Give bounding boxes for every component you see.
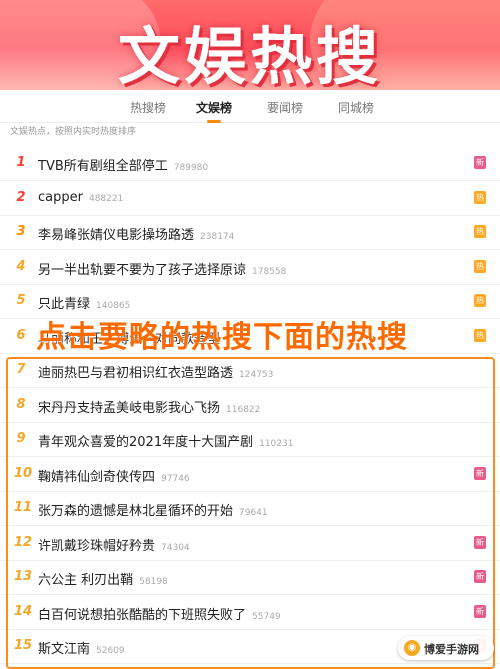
watermark: ◉ 博爱手游网 xyxy=(398,636,494,660)
item-title-text: 青年观众喜爱的2021年度十大国产剧 xyxy=(38,435,254,450)
heat-count: 124753 xyxy=(239,370,274,380)
item-title: 宋丹丹支持孟美岐电影我心飞扬 116822 xyxy=(38,397,260,416)
item-title-text: 斯文江南 xyxy=(38,642,91,657)
heat-count: 238174 xyxy=(200,232,235,242)
rank-number: 11 xyxy=(14,500,33,515)
rank-number: 9 xyxy=(16,431,26,446)
hot-badge: 热 xyxy=(474,190,486,204)
hot-badge: 热 xyxy=(474,294,486,307)
item-title-text: 许凯戴珍珠帽好矜贵 xyxy=(38,538,156,554)
item-title: 李易峰张婧仪电影操场路透 238174 xyxy=(38,224,234,243)
item-title: 另一半出轨要不要为了孩子选择原谅 178558 xyxy=(38,259,286,278)
new-badge: 新 xyxy=(474,570,486,583)
new-badge: 新 xyxy=(474,535,486,549)
list-item[interactable]: 7 迪丽热巴与君初相识红衣造型路透 124753 xyxy=(0,353,500,388)
rank-number: 12 xyxy=(14,534,33,550)
heat-count: 178558 xyxy=(252,266,287,277)
list-item[interactable]: 13 六公主 利刃出鞘 58198 新 xyxy=(0,560,500,595)
list-item[interactable]: 1 TVB所有剧组全部停工 789980 新 xyxy=(0,146,500,181)
list-item[interactable]: 2 capper 488221 热 xyxy=(0,181,500,216)
list-item[interactable]: 12 许凯戴珍珠帽好矜贵 74304 新 xyxy=(0,526,500,561)
item-title: TVB所有剧组全部停工 789980 xyxy=(38,155,208,174)
list-item[interactable]: 10 鞠婧祎仙剑奇侠传四 97746 新 xyxy=(0,457,500,492)
annotation-text: 点击要略的热搜下面的热搜 xyxy=(36,320,408,355)
item-title: 许凯戴珍珠帽好矜贵 74304 xyxy=(38,535,190,554)
item-title: 白百何说想拍张酷酷的下班照失败了 55749 xyxy=(38,604,281,623)
tab-local[interactable]: 同城榜 xyxy=(338,99,374,116)
list-item[interactable]: 11 张万森的遗憾是林北星循环的开始 79641 xyxy=(0,491,500,526)
rank-number: 5 xyxy=(16,293,26,308)
hot-badge: 热 xyxy=(474,259,486,273)
rank-number: 10 xyxy=(14,465,33,481)
item-title-text: 白百何说想拍张酷酷的下班照失败了 xyxy=(38,607,247,623)
rank-number: 6 xyxy=(16,327,26,343)
tab-hot-search[interactable]: 热搜榜 xyxy=(130,99,166,116)
banner-title: 文娱热搜 xyxy=(117,20,382,90)
new-badge: 新 xyxy=(474,466,486,480)
item-title-text: 张万森的遗憾是林北星循环的开始 xyxy=(38,504,234,519)
heat-count: 789980 xyxy=(173,163,209,173)
tab-entertainment[interactable]: 文娱榜 xyxy=(196,99,232,123)
rank-number: 14 xyxy=(14,603,33,619)
item-title-text: 迪丽热巴与君初相识红衣造型路透 xyxy=(38,366,234,381)
item-title-text: TVB所有剧组全部停工 xyxy=(38,159,168,174)
game-controller-icon: ◉ xyxy=(404,640,420,656)
item-title: 只此青绿 140865 xyxy=(38,293,130,312)
hot-badge: 热 xyxy=(474,225,486,238)
item-title: 张万森的遗憾是林北星循环的开始 79641 xyxy=(38,500,268,519)
rank-number: 4 xyxy=(16,258,26,274)
item-title: 迪丽热巴与君初相识红衣造型路透 124753 xyxy=(38,362,273,381)
heat-count: 110231 xyxy=(259,439,294,449)
rank-number: 1 xyxy=(16,155,26,170)
rank-number: 8 xyxy=(16,396,26,412)
rank-number: 15 xyxy=(14,638,33,653)
rank-number: 13 xyxy=(14,569,33,584)
list-item[interactable]: 14 白百何说想拍张酷酷的下班照失败了 55749 新 xyxy=(0,595,500,630)
heat-count: 97746 xyxy=(161,473,190,484)
list-subtitle: 文娱热点，按照内实时热度排序 xyxy=(10,127,137,137)
item-title: 青年观众喜爱的2021年度十大国产剧 110231 xyxy=(38,431,293,450)
rank-number: 3 xyxy=(16,224,26,239)
heat-count: 52609 xyxy=(96,646,125,656)
heat-count: 116822 xyxy=(226,404,261,415)
list-item[interactable]: 4 另一半出轨要不要为了孩子选择原谅 178558 热 xyxy=(0,250,500,285)
hot-badge: 热 xyxy=(474,328,486,342)
item-title-text: 宋丹丹支持孟美岐电影我心飞扬 xyxy=(38,400,221,416)
item-title: 六公主 利刃出鞘 58198 xyxy=(38,569,168,588)
item-title-text: 另一半出轨要不要为了孩子选择原谅 xyxy=(38,262,247,278)
new-badge: 新 xyxy=(474,156,486,169)
heat-count: 140865 xyxy=(96,301,131,311)
heat-count: 55749 xyxy=(252,611,281,622)
item-title: capper 488221 xyxy=(38,190,123,205)
tab-bar: 热搜榜 文娱榜 要闻榜 同城榜 xyxy=(0,90,500,123)
rank-number: 7 xyxy=(16,362,26,377)
item-title-text: capper xyxy=(38,189,83,205)
heat-count: 79641 xyxy=(239,508,268,518)
item-title-text: 李易峰张婧仪电影操场路透 xyxy=(38,228,195,243)
heat-count: 74304 xyxy=(161,542,190,553)
item-title-text: 鞠婧祎仙剑奇侠传四 xyxy=(38,469,156,485)
banner: 文娱热搜 xyxy=(0,0,500,90)
item-title-text: 只此青绿 xyxy=(38,297,91,312)
rank-number: 2 xyxy=(16,189,26,205)
item-title: 鞠婧祎仙剑奇侠传四 97746 xyxy=(38,466,190,485)
new-badge: 新 xyxy=(474,604,486,618)
heat-count: 488221 xyxy=(88,193,124,204)
heat-count: 58198 xyxy=(139,577,168,587)
tab-news[interactable]: 要闻榜 xyxy=(267,99,303,116)
item-title-text: 六公主 利刃出鞘 xyxy=(38,573,134,588)
list-item[interactable]: 9 青年观众喜爱的2021年度十大国产剧 110231 xyxy=(0,422,500,457)
list-item[interactable]: 3 李易峰张婧仪电影操场路透 238174 热 xyxy=(0,215,500,250)
watermark-text: 博爱手游网 xyxy=(424,643,479,656)
item-title: 斯文江南 52609 xyxy=(38,638,125,657)
list-item[interactable]: 8 宋丹丹支持孟美岐电影我心飞扬 116822 xyxy=(0,388,500,423)
